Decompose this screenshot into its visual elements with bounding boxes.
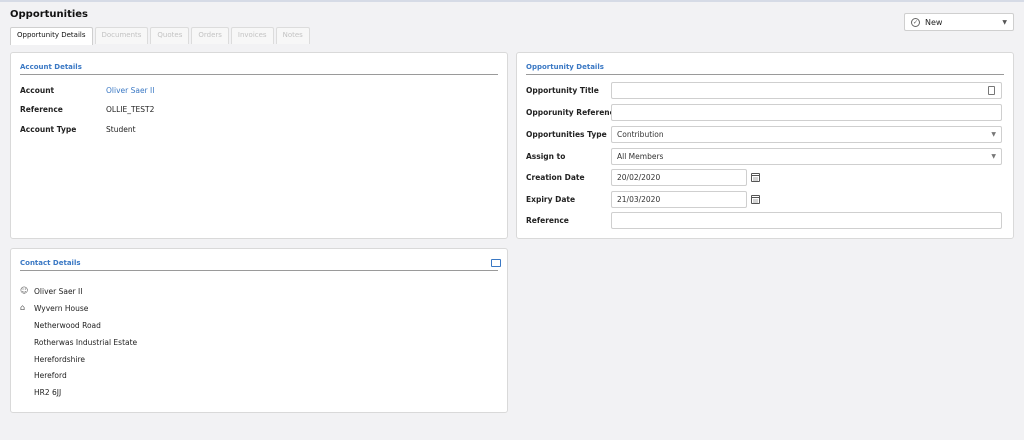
chevron-down-icon: ▼ xyxy=(1002,18,1007,26)
expiry-date-value: 21/03/2020 xyxy=(617,195,661,204)
opportunity-reference-label: Opporunity Reference xyxy=(526,108,620,117)
address-line: Netherwood Road xyxy=(34,321,101,330)
assign-to-select[interactable]: All Members ▼ xyxy=(611,148,1002,165)
assign-to-value: All Members xyxy=(617,152,664,161)
reference-input[interactable] xyxy=(611,212,1002,229)
page-title: Opportunities xyxy=(10,9,89,20)
reference-label: Reference xyxy=(20,105,63,114)
expiry-date-input[interactable]: 21/03/2020 xyxy=(611,191,747,208)
contact-details-title: Contact Details xyxy=(20,259,81,267)
person-icon: ☺ xyxy=(20,286,29,295)
account-type-value: Student xyxy=(106,125,136,134)
calendar-icon[interactable] xyxy=(751,195,760,204)
creation-date-input[interactable]: 20/02/2020 xyxy=(611,169,747,186)
reference-label: Reference xyxy=(526,216,569,225)
top-bar xyxy=(0,0,1024,2)
address-line: Herefordshire xyxy=(34,355,86,364)
tab-quotes[interactable]: Quotes xyxy=(150,27,190,44)
divider xyxy=(20,74,498,75)
tab-orders[interactable]: Orders xyxy=(191,27,229,44)
reference-value: OLLIE_TEST2 xyxy=(106,105,155,114)
expiry-date-label: Expiry Date xyxy=(526,195,576,204)
creation-date-value: 20/02/2020 xyxy=(617,173,661,182)
contact-details-panel: Contact Details ☺ Oliver Saer II ⌂ Wyver… xyxy=(10,248,508,413)
address-line: HR2 6JJ xyxy=(34,388,62,397)
chevron-down-icon: ▼ xyxy=(991,131,996,138)
building-icon: ⌂ xyxy=(20,303,26,312)
opportunities-type-label: Opportunities Type xyxy=(526,130,607,139)
opportunity-reference-input[interactable] xyxy=(611,104,1002,121)
account-details-title: Account Details xyxy=(20,63,82,71)
contact-name: Oliver Saer II xyxy=(34,287,83,296)
divider xyxy=(526,74,1004,75)
status-select[interactable]: ✓ New ▼ xyxy=(904,13,1014,31)
opportunity-details-title: Opportunity Details xyxy=(526,63,604,71)
tab-invoices[interactable]: Invoices xyxy=(230,27,274,44)
opportunity-title-input[interactable] xyxy=(611,82,1002,99)
address-line: Hereford xyxy=(34,371,67,380)
address-line: Wyvern House xyxy=(34,304,89,313)
calendar-icon[interactable] xyxy=(751,173,760,182)
opportunities-type-value: Contribution xyxy=(617,130,664,139)
account-details-panel: Account Details Account Oliver Saer II R… xyxy=(10,52,508,239)
document-icon[interactable] xyxy=(988,86,995,95)
tab-notes[interactable]: Notes xyxy=(275,27,310,44)
chevron-down-icon: ▼ xyxy=(991,153,996,160)
opportunity-title-label: Opportunity Title xyxy=(526,86,599,95)
account-type-label: Account Type xyxy=(20,125,77,134)
tab-documents[interactable]: Documents xyxy=(94,27,149,44)
creation-date-label: Creation Date xyxy=(526,173,585,182)
opportunities-type-select[interactable]: Contribution ▼ xyxy=(611,126,1002,143)
account-label: Account xyxy=(20,86,55,95)
address-line: Rotherwas Industrial Estate xyxy=(34,338,138,347)
opportunity-details-panel: Opportunity Details Opportunity Title Op… xyxy=(516,52,1014,239)
status-select-value: New xyxy=(925,17,943,27)
divider xyxy=(20,270,498,271)
check-circle-icon: ✓ xyxy=(911,17,920,27)
contact-card-icon[interactable] xyxy=(491,259,501,267)
assign-to-label: Assign to xyxy=(526,152,566,161)
account-link[interactable]: Oliver Saer II xyxy=(106,86,154,95)
tab-bar: Opportunity Details Documents Quotes Ord… xyxy=(10,27,310,45)
tab-opportunity-details[interactable]: Opportunity Details xyxy=(10,27,93,45)
